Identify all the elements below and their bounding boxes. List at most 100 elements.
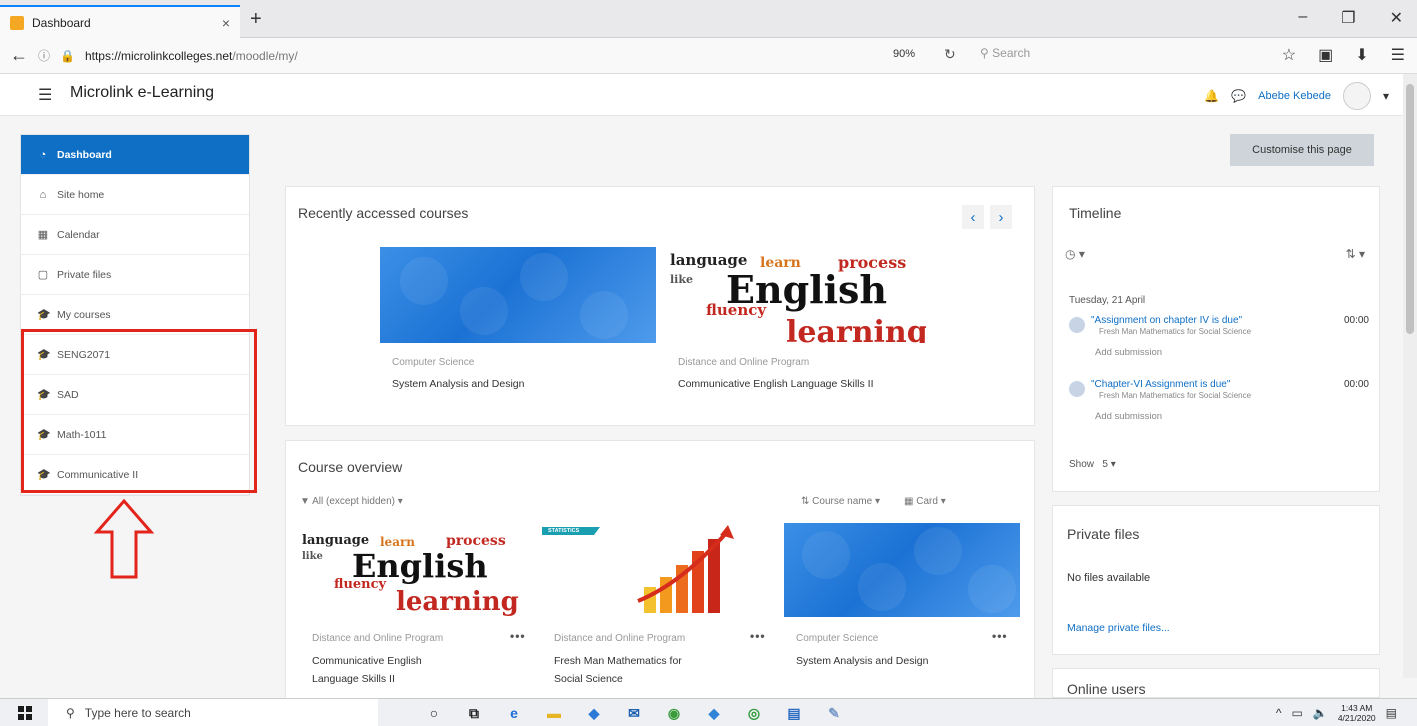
course-name-link[interactable]: Fresh Man Mathematics for <box>554 655 682 667</box>
site-name[interactable]: Microlink e-Learning <box>70 84 214 102</box>
globe-app-icon[interactable]: ◉ <box>662 703 686 723</box>
file-icon: ▢ <box>37 269 49 281</box>
windows-start-icon[interactable] <box>18 706 32 720</box>
course-image[interactable] <box>380 247 656 343</box>
course-overview-title: Course overview <box>298 459 403 475</box>
overview-course-card[interactable]: STATISTICS Distance and Online Program •… <box>542 523 774 693</box>
overview-course-card[interactable]: Computer Science ••• System Analysis and… <box>784 523 1020 693</box>
timeline-filter-dropdown[interactable]: ◷ ▾ <box>1065 247 1085 261</box>
site-info-icon[interactable]: ⓘ <box>38 47 50 64</box>
browser-tab-dashboard[interactable]: Dashboard × <box>0 5 240 38</box>
view-value: Card <box>916 496 938 507</box>
back-arrow-icon[interactable]: ← <box>10 45 28 66</box>
view-dropdown[interactable]: ▦ Card ▾ <box>904 496 946 507</box>
notification-bell-icon[interactable]: 🔔 <box>1204 89 1219 103</box>
task-view-icon[interactable]: ⧉ <box>462 703 486 723</box>
overview-course-card[interactable]: language learn process like English flue… <box>300 523 532 693</box>
course-name-link[interactable]: System Analysis and Design <box>796 655 928 667</box>
messages-icon[interactable]: 💬 <box>1231 89 1246 103</box>
recent-courses-title: Recently accessed courses <box>298 205 469 221</box>
course-name-link[interactable]: Language Skills II <box>312 673 395 685</box>
english-wordcloud-image[interactable]: language learn process like English flue… <box>300 523 532 617</box>
event-title-link[interactable]: "Assignment on chapter IV is due" <box>1091 315 1242 326</box>
calendar-icon: ▦ <box>37 229 49 241</box>
graduation-cap-icon: 🎓 <box>37 309 51 321</box>
nav-item-label: Site home <box>57 188 105 201</box>
new-tab-button[interactable]: + <box>250 8 262 31</box>
chrome-icon[interactable]: ◎ <box>742 703 766 723</box>
taskbar-search-box[interactable]: ⚲ Type here to search <box>48 699 378 726</box>
manage-private-files-link[interactable]: Manage private files... <box>1067 622 1170 634</box>
show-count-dropdown[interactable]: 5 ▾ <box>1097 459 1115 470</box>
add-submission-link[interactable]: Add submission <box>1095 347 1162 358</box>
assignment-icon <box>1069 317 1085 333</box>
network-icon[interactable]: ▭ <box>1292 706 1303 720</box>
mail-icon[interactable]: ✉ <box>622 703 646 723</box>
library-icon[interactable]: ▣ <box>1318 45 1333 65</box>
course-name-link[interactable]: Social Science <box>554 673 623 685</box>
sort-dropdown[interactable]: ⇅ Course name ▾ <box>801 496 880 507</box>
statistics-chart-image[interactable]: STATISTICS <box>542 523 774 617</box>
course-name-link[interactable]: System Analysis and Design <box>392 378 524 390</box>
edge-icon[interactable]: e <box>502 703 526 723</box>
nav-item-label: Calendar <box>57 228 100 241</box>
private-files-block: Private files No files available Manage … <box>1052 505 1380 655</box>
clock-icon: ◷ <box>1065 247 1076 261</box>
store-icon[interactable]: ◆ <box>582 703 606 723</box>
chevron-up-icon[interactable]: ^ <box>1276 706 1282 720</box>
course-category: Distance and Online Program <box>678 357 810 368</box>
reload-icon[interactable]: ↻ <box>944 46 956 63</box>
notification-center-icon[interactable]: ▤ <box>1386 706 1397 720</box>
user-name[interactable]: Abebe Kebede <box>1258 90 1331 102</box>
page-scrollbar[interactable] <box>1403 74 1417 678</box>
show-label: Show <box>1069 459 1095 470</box>
more-options-icon[interactable]: ••• <box>510 629 526 643</box>
taskbar-clock[interactable]: 1:43 AM 4/21/2020 <box>1338 703 1376 723</box>
paint-icon[interactable]: ✎ <box>822 703 846 723</box>
course-category: Distance and Online Program <box>554 633 686 644</box>
wordcloud-word: learning <box>396 587 519 617</box>
nav-item-site-home[interactable]: ⌂ Site home <box>21 175 249 215</box>
timeline-controls: ◷ ▾ ⇅ ▾ <box>1065 247 1365 261</box>
nav-item-calendar[interactable]: ▦ Calendar <box>21 215 249 255</box>
course-name-link[interactable]: Communicative English Language Skills II <box>678 378 874 390</box>
photos-icon[interactable]: ◆ <box>702 703 726 723</box>
event-title-link[interactable]: "Chapter-VI Assignment is due" <box>1091 379 1230 390</box>
timeline-sort-dropdown[interactable]: ⇅ ▾ <box>1346 247 1365 261</box>
menu-icon[interactable]: ☰ <box>1391 45 1405 65</box>
nav-item-private-files[interactable]: ▢ Private files <box>21 255 249 295</box>
maximize-icon[interactable]: ❐ <box>1341 8 1355 28</box>
chevron-right-icon[interactable]: › <box>990 205 1012 229</box>
course-category: Computer Science <box>392 357 475 368</box>
english-wordcloud-image[interactable]: language learn process like English flue… <box>666 247 926 343</box>
close-tab-icon[interactable]: × <box>222 15 230 31</box>
url-path: /moodle/my/ <box>232 48 298 63</box>
volume-icon[interactable]: 🔈 <box>1313 706 1328 720</box>
recent-course-card[interactable]: language learn process like English flue… <box>666 247 926 405</box>
add-submission-link[interactable]: Add submission <box>1095 411 1162 422</box>
bookmark-star-icon[interactable]: ☆ <box>1282 45 1296 65</box>
course-filter-dropdown[interactable]: ▼ All (except hidden) ▾ <box>300 496 403 507</box>
close-window-icon[interactable]: ✕ <box>1390 8 1403 28</box>
nav-item-dashboard[interactable]: ◔ Dashboard <box>21 135 249 175</box>
course-name-link[interactable]: Communicative English <box>312 655 422 667</box>
browser-search-field[interactable]: ⚲ Search <box>980 46 1030 60</box>
hamburger-menu-icon[interactable]: ☰ <box>38 85 52 105</box>
customise-page-button[interactable]: Customise this page <box>1230 134 1374 166</box>
more-options-icon[interactable]: ••• <box>750 629 766 643</box>
scrollbar-thumb[interactable] <box>1406 84 1414 334</box>
more-options-icon[interactable]: ••• <box>992 629 1008 643</box>
user-menu-caret-icon[interactable]: ▾ <box>1383 89 1389 103</box>
course-image[interactable] <box>784 523 1020 617</box>
minimize-icon[interactable]: – <box>1298 8 1307 28</box>
zoom-level[interactable]: 90% <box>893 48 915 60</box>
recent-course-card[interactable]: Computer Science System Analysis and Des… <box>380 247 656 405</box>
chevron-left-icon[interactable]: ‹ <box>962 205 984 229</box>
event-time: 00:00 <box>1343 315 1369 326</box>
file-explorer-icon[interactable]: ▬ <box>542 703 566 723</box>
cortana-icon[interactable]: ○ <box>422 703 446 723</box>
download-icon[interactable]: ⬇ <box>1355 45 1368 65</box>
calculator-app-icon[interactable]: ▤ <box>782 703 806 723</box>
avatar[interactable] <box>1342 82 1371 110</box>
address-bar[interactable]: https://microlinkcolleges.net/moodle/my/ <box>85 49 685 63</box>
